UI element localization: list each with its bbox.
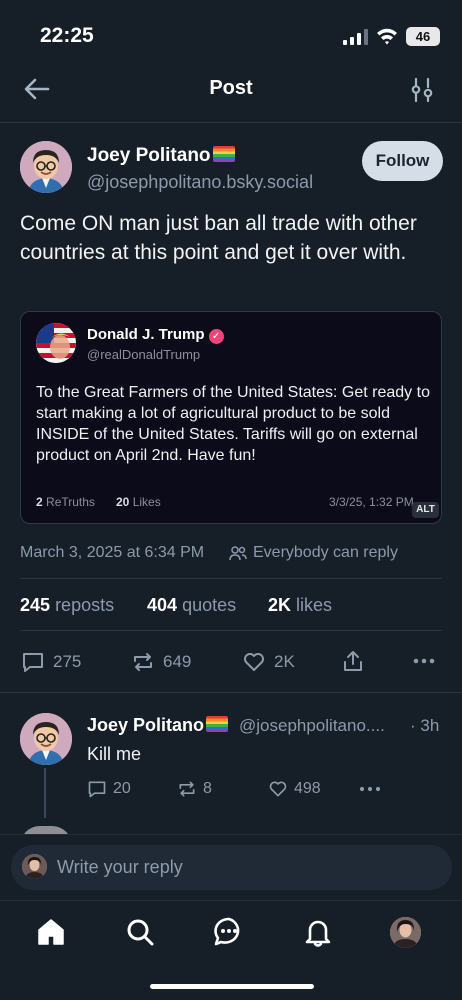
page-title: Post	[209, 77, 253, 99]
quote-author-handle: @realDonaldTrump	[87, 347, 201, 362]
rainbow-flag-icon	[206, 716, 229, 732]
reply-reply-button[interactable]: 20	[87, 778, 131, 800]
like-button[interactable]: 2K	[242, 649, 295, 675]
reply-setting-label: Everybody can reply	[253, 544, 398, 561]
bell-icon[interactable]	[302, 916, 334, 948]
like-count: 2K	[274, 652, 295, 671]
repost-button[interactable]: 649	[131, 649, 191, 675]
quote-retruths: 2 ReTruths	[36, 495, 95, 509]
repost-icon	[134, 653, 152, 671]
quote-author-name-text: Donald J. Trump	[87, 326, 205, 343]
reposts-label: reposts	[55, 595, 115, 615]
quote-author-name: Donald J. Trump ✓	[87, 326, 224, 344]
thread-line	[44, 768, 46, 818]
stats-divider	[20, 630, 442, 631]
reply-author-handle[interactable]: @josephpolitano....	[239, 716, 385, 736]
quote-likes-label: Likes	[132, 495, 161, 509]
quote-retruths-count: 2	[36, 495, 43, 509]
reply-button[interactable]: 275	[21, 649, 81, 675]
reply-time: · 3h	[410, 716, 440, 735]
alt-text-badge[interactable]: ALT	[412, 502, 439, 518]
quotes-label: quotes	[182, 595, 237, 615]
quotes-count: 404	[147, 595, 178, 615]
rainbow-flag-icon	[212, 146, 235, 162]
home-indicator	[150, 984, 314, 989]
reply-reply-count: 20	[113, 780, 131, 797]
author-avatar[interactable]	[20, 141, 72, 193]
heart-icon	[269, 781, 287, 797]
meta-divider	[20, 578, 442, 579]
reply-repost-count: 8	[203, 780, 212, 797]
quote-avatar	[36, 323, 76, 363]
reply-author-name-text: Joey Politano	[87, 715, 205, 735]
reply-repost-button[interactable]: 8	[177, 778, 212, 800]
more-options-icon[interactable]	[359, 781, 381, 797]
repost-count: 649	[163, 652, 192, 671]
quote-retruths-label: ReTruths	[46, 495, 95, 509]
composer-avatar	[22, 854, 47, 879]
header-divider	[0, 122, 462, 123]
reposts-stat[interactable]: 245 reposts	[20, 595, 114, 616]
actions-divider	[0, 692, 462, 693]
share-icon[interactable]	[341, 649, 365, 673]
quote-text: To the Great Farmers of the United State…	[36, 384, 430, 464]
cellular-signal-icon	[343, 29, 368, 45]
post-text: Come ON man just ban all trade with othe…	[20, 212, 417, 264]
likes-count: 2K	[268, 595, 292, 615]
quote-date: 3/3/25, 1:32 PM	[329, 495, 414, 509]
post-timestamp: March 3, 2025 at 6:34 PM	[20, 544, 205, 561]
heart-icon	[244, 653, 264, 671]
battery-indicator: 46	[406, 27, 440, 46]
home-icon[interactable]	[35, 916, 67, 948]
reposts-count: 245	[20, 595, 51, 615]
quote-likes: 20 Likes	[116, 495, 161, 509]
reply-like-button[interactable]: 498	[268, 778, 321, 800]
wifi-icon	[377, 28, 397, 45]
chat-icon[interactable]	[213, 916, 245, 948]
author-name[interactable]: Joey Politano	[87, 145, 235, 167]
sliders-icon[interactable]	[409, 77, 435, 103]
status-time: 22:25	[40, 24, 94, 47]
people-icon	[229, 546, 247, 561]
author-handle[interactable]: @josephpolitano.bsky.social	[87, 172, 313, 193]
reply-author-name[interactable]: Joey Politano	[87, 715, 229, 736]
likes-stat[interactable]: 2K likes	[268, 595, 332, 616]
reply-setting[interactable]: Everybody can reply	[229, 544, 398, 562]
profile-avatar[interactable]	[390, 917, 421, 948]
verified-badge-icon: ✓	[208, 329, 224, 344]
likes-label: likes	[296, 595, 333, 615]
comment-icon	[23, 653, 43, 672]
composer-placeholder: Write your reply	[57, 857, 183, 877]
reply-text: Kill me	[87, 744, 142, 764]
quote-likes-count: 20	[116, 495, 130, 509]
comment-icon	[88, 781, 106, 798]
quotes-stat[interactable]: 404 quotes	[147, 595, 236, 616]
author-name-text: Joey Politano	[87, 145, 211, 166]
reply-count: 275	[53, 652, 82, 671]
search-icon[interactable]	[124, 916, 156, 948]
more-options-icon[interactable]	[412, 652, 436, 670]
reply-author-avatar[interactable]	[20, 713, 72, 765]
repost-icon	[179, 781, 195, 797]
follow-button[interactable]: Follow	[362, 141, 443, 181]
reply-like-count: 498	[294, 780, 321, 797]
